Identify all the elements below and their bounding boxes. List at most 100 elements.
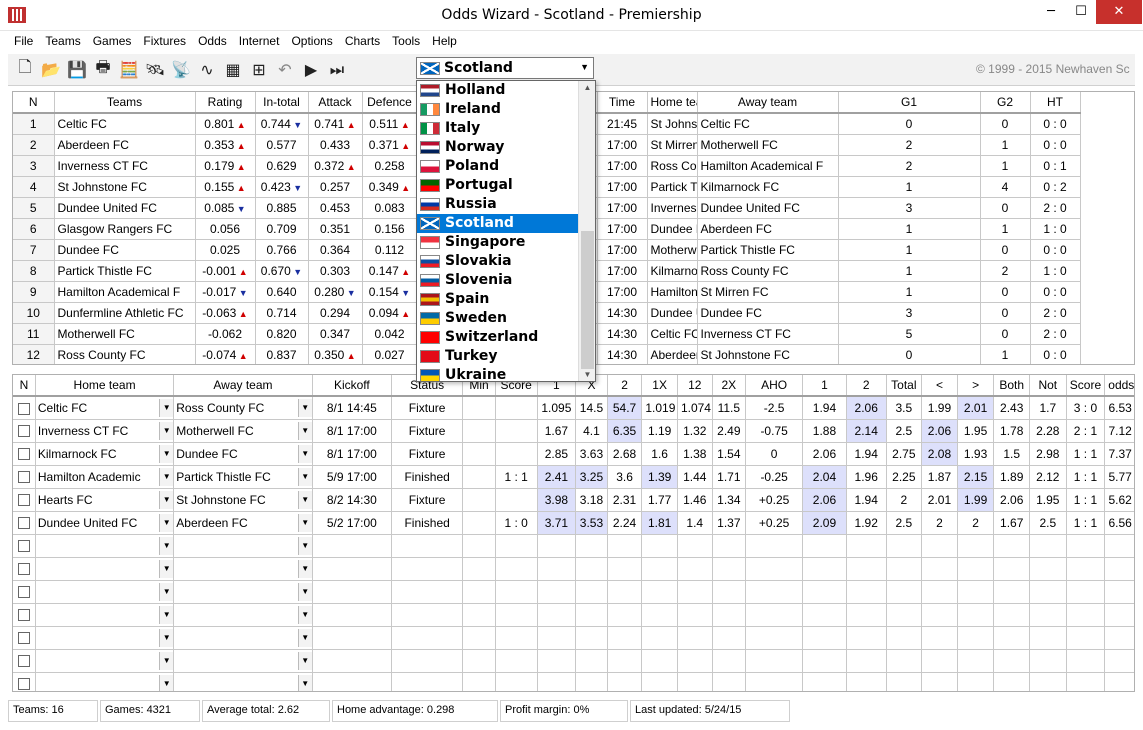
game-g1[interactable]: 2 [838, 155, 981, 177]
chart-icon[interactable]: ∿ [194, 57, 220, 83]
fixture-empty-row[interactable]: ▼ ▼ [13, 580, 1134, 604]
fixture-checkbox-cell[interactable] [13, 649, 36, 673]
game-g1[interactable]: 1 [838, 218, 981, 240]
game-g2[interactable]: 0 [980, 113, 1031, 135]
fixture-checkbox[interactable] [17, 425, 30, 438]
fixture-away-team-select[interactable]: Ross County FC ▼ [176, 398, 312, 417]
fixture-home-team[interactable]: ▼ [35, 603, 175, 627]
undo-icon[interactable]: ↶ [272, 57, 298, 83]
game-g2[interactable]: 2 [980, 260, 1031, 282]
game-g2[interactable]: 4 [980, 176, 1031, 198]
print-icon[interactable]: 🖶 [90, 57, 116, 83]
fixture-row[interactable]: Hearts FC ▼ St Johnstone FC ▼ 8/2 14:30 Fixtu… [13, 488, 1134, 512]
dropdown-scrollbar[interactable]: ▲ ▼ [578, 81, 595, 381]
fixture-home-team[interactable]: Hearts FC ▼ [35, 488, 175, 512]
fixture-row[interactable]: Kilmarnock FC ▼ Dundee FC ▼ 8/1 17:00 Fixture… [13, 442, 1134, 466]
menu-file[interactable]: File [8, 32, 39, 52]
fixture-checkbox-cell[interactable] [13, 396, 36, 420]
game-g1[interactable]: 0 [838, 344, 981, 364]
chevron-down-icon[interactable]: ▼ [159, 398, 173, 417]
fixture-home-team-select[interactable]: ▼ [38, 559, 173, 578]
chevron-down-icon[interactable]: ▼ [580, 62, 589, 72]
table-icon[interactable]: ▦ [220, 57, 246, 83]
team-name[interactable]: Dunfermline Athletic FC [54, 302, 196, 324]
grid-icon[interactable]: ⊞ [246, 57, 272, 83]
game-g1[interactable]: 0 [838, 113, 981, 135]
fixture-away-team[interactable]: Partick Thistle FC ▼ [173, 465, 313, 489]
menu-fixtures[interactable]: Fixtures [137, 32, 192, 52]
play-icon[interactable]: ▶ [298, 57, 324, 83]
game-ht[interactable]: 2 : 0 [1030, 197, 1081, 219]
fixture-away-team[interactable]: Motherwell FC ▼ [173, 419, 313, 443]
country-combo[interactable]: Scotland ▼ [416, 57, 594, 79]
calculator-icon[interactable]: 🧮 [116, 57, 142, 83]
game-ht[interactable]: 0 : 0 [1030, 134, 1081, 156]
country-option-singapore[interactable]: Singapore [417, 233, 579, 252]
fixture-checkbox[interactable] [17, 517, 30, 530]
fixture-checkbox-cell[interactable] [13, 580, 36, 604]
fixture-checkbox[interactable] [17, 609, 30, 622]
game-away[interactable]: Ross County FC [697, 260, 839, 282]
country-option-slovenia[interactable]: Slovenia [417, 271, 579, 290]
game-g2[interactable]: 1 [980, 155, 1031, 177]
fixtures-header-17[interactable]: < [921, 375, 958, 397]
teams-header-4[interactable]: Attack [308, 92, 363, 114]
fixture-checkbox-cell[interactable] [13, 442, 36, 466]
fixture-home-team-select[interactable]: ▼ [38, 536, 173, 555]
new-icon[interactable]: 🗋 [12, 57, 38, 83]
fixture-home-team[interactable]: Celtic FC ▼ [35, 396, 175, 420]
fixture-checkbox[interactable] [17, 655, 30, 668]
open-icon[interactable]: 📂 [38, 57, 64, 83]
game-ht[interactable]: 0 : 1 [1030, 155, 1081, 177]
chevron-down-icon[interactable]: ▼ [159, 513, 173, 532]
fixtures-header-19[interactable]: Both [993, 375, 1030, 397]
fixture-away-team[interactable]: ▼ [173, 603, 313, 627]
fixture-away-team-select[interactable]: Partick Thistle FC ▼ [176, 467, 312, 486]
fixture-away-team-select[interactable]: ▼ [176, 674, 312, 691]
game-time[interactable]: 17:00 [597, 155, 648, 177]
game-away[interactable]: St Mirren FC [697, 281, 839, 303]
country-option-italy[interactable]: Italy [417, 119, 579, 138]
fixture-home-team[interactable]: ▼ [35, 580, 175, 604]
satellite-icon[interactable]: 🛰 [142, 57, 168, 83]
game-home[interactable]: St Johnstone FC [647, 113, 698, 135]
fixtures-header-2[interactable]: Away team [173, 375, 313, 397]
game-home[interactable]: Celtic FC [647, 323, 698, 345]
game-away[interactable]: Kilmarnock FC [697, 176, 839, 198]
country-option-spain[interactable]: Spain [417, 290, 579, 309]
fixture-checkbox-cell[interactable] [13, 488, 36, 512]
game-away[interactable]: Motherwell FC [697, 134, 839, 156]
menu-options[interactable]: Options [285, 32, 338, 52]
fixtures-header-13[interactable]: AHO [745, 375, 804, 397]
game-g1[interactable]: 1 [838, 260, 981, 282]
chevron-down-icon[interactable]: ▼ [297, 674, 312, 691]
game-home[interactable]: Ross County FC [647, 155, 698, 177]
fixture-row[interactable]: Inverness CT FC ▼ Motherwell FC ▼ 8/1 17:00 F… [13, 419, 1134, 443]
fixture-away-team-select[interactable]: ▼ [176, 559, 312, 578]
game-time[interactable]: 17:00 [597, 176, 648, 198]
fixture-away-team[interactable]: St Johnstone FC ▼ [173, 488, 313, 512]
chevron-down-icon[interactable]: ▼ [159, 628, 173, 647]
fixtures-header-1[interactable]: Home team [35, 375, 175, 397]
menu-odds[interactable]: Odds [192, 32, 233, 52]
fixture-checkbox[interactable] [17, 678, 30, 691]
fixture-away-team-select[interactable]: ▼ [176, 651, 312, 670]
fixture-away-team-select[interactable]: ▼ [176, 582, 312, 601]
chevron-down-icon[interactable]: ▼ [297, 513, 312, 532]
chevron-down-icon[interactable]: ▼ [159, 559, 173, 578]
fixture-home-team-select[interactable]: Celtic FC ▼ [38, 398, 173, 417]
fixtures-header-18[interactable]: > [957, 375, 995, 397]
game-g1[interactable]: 1 [838, 176, 981, 198]
fixture-home-team-select[interactable]: ▼ [38, 582, 173, 601]
game-away[interactable]: Hamilton Academical F [697, 155, 839, 177]
country-option-slovakia[interactable]: Slovakia [417, 252, 579, 271]
fixtures-header-14[interactable]: 1 [802, 375, 847, 397]
team-name[interactable]: Motherwell FC [54, 323, 196, 345]
game-away[interactable]: Celtic FC [697, 113, 839, 135]
game-time[interactable]: 17:00 [597, 281, 648, 303]
teams-header-2[interactable]: Rating [195, 92, 256, 114]
game-g1[interactable]: 2 [838, 134, 981, 156]
country-option-poland[interactable]: Poland [417, 157, 579, 176]
game-ht[interactable]: 0 : 0 [1030, 113, 1081, 135]
game-ht[interactable]: 0 : 0 [1030, 344, 1081, 364]
